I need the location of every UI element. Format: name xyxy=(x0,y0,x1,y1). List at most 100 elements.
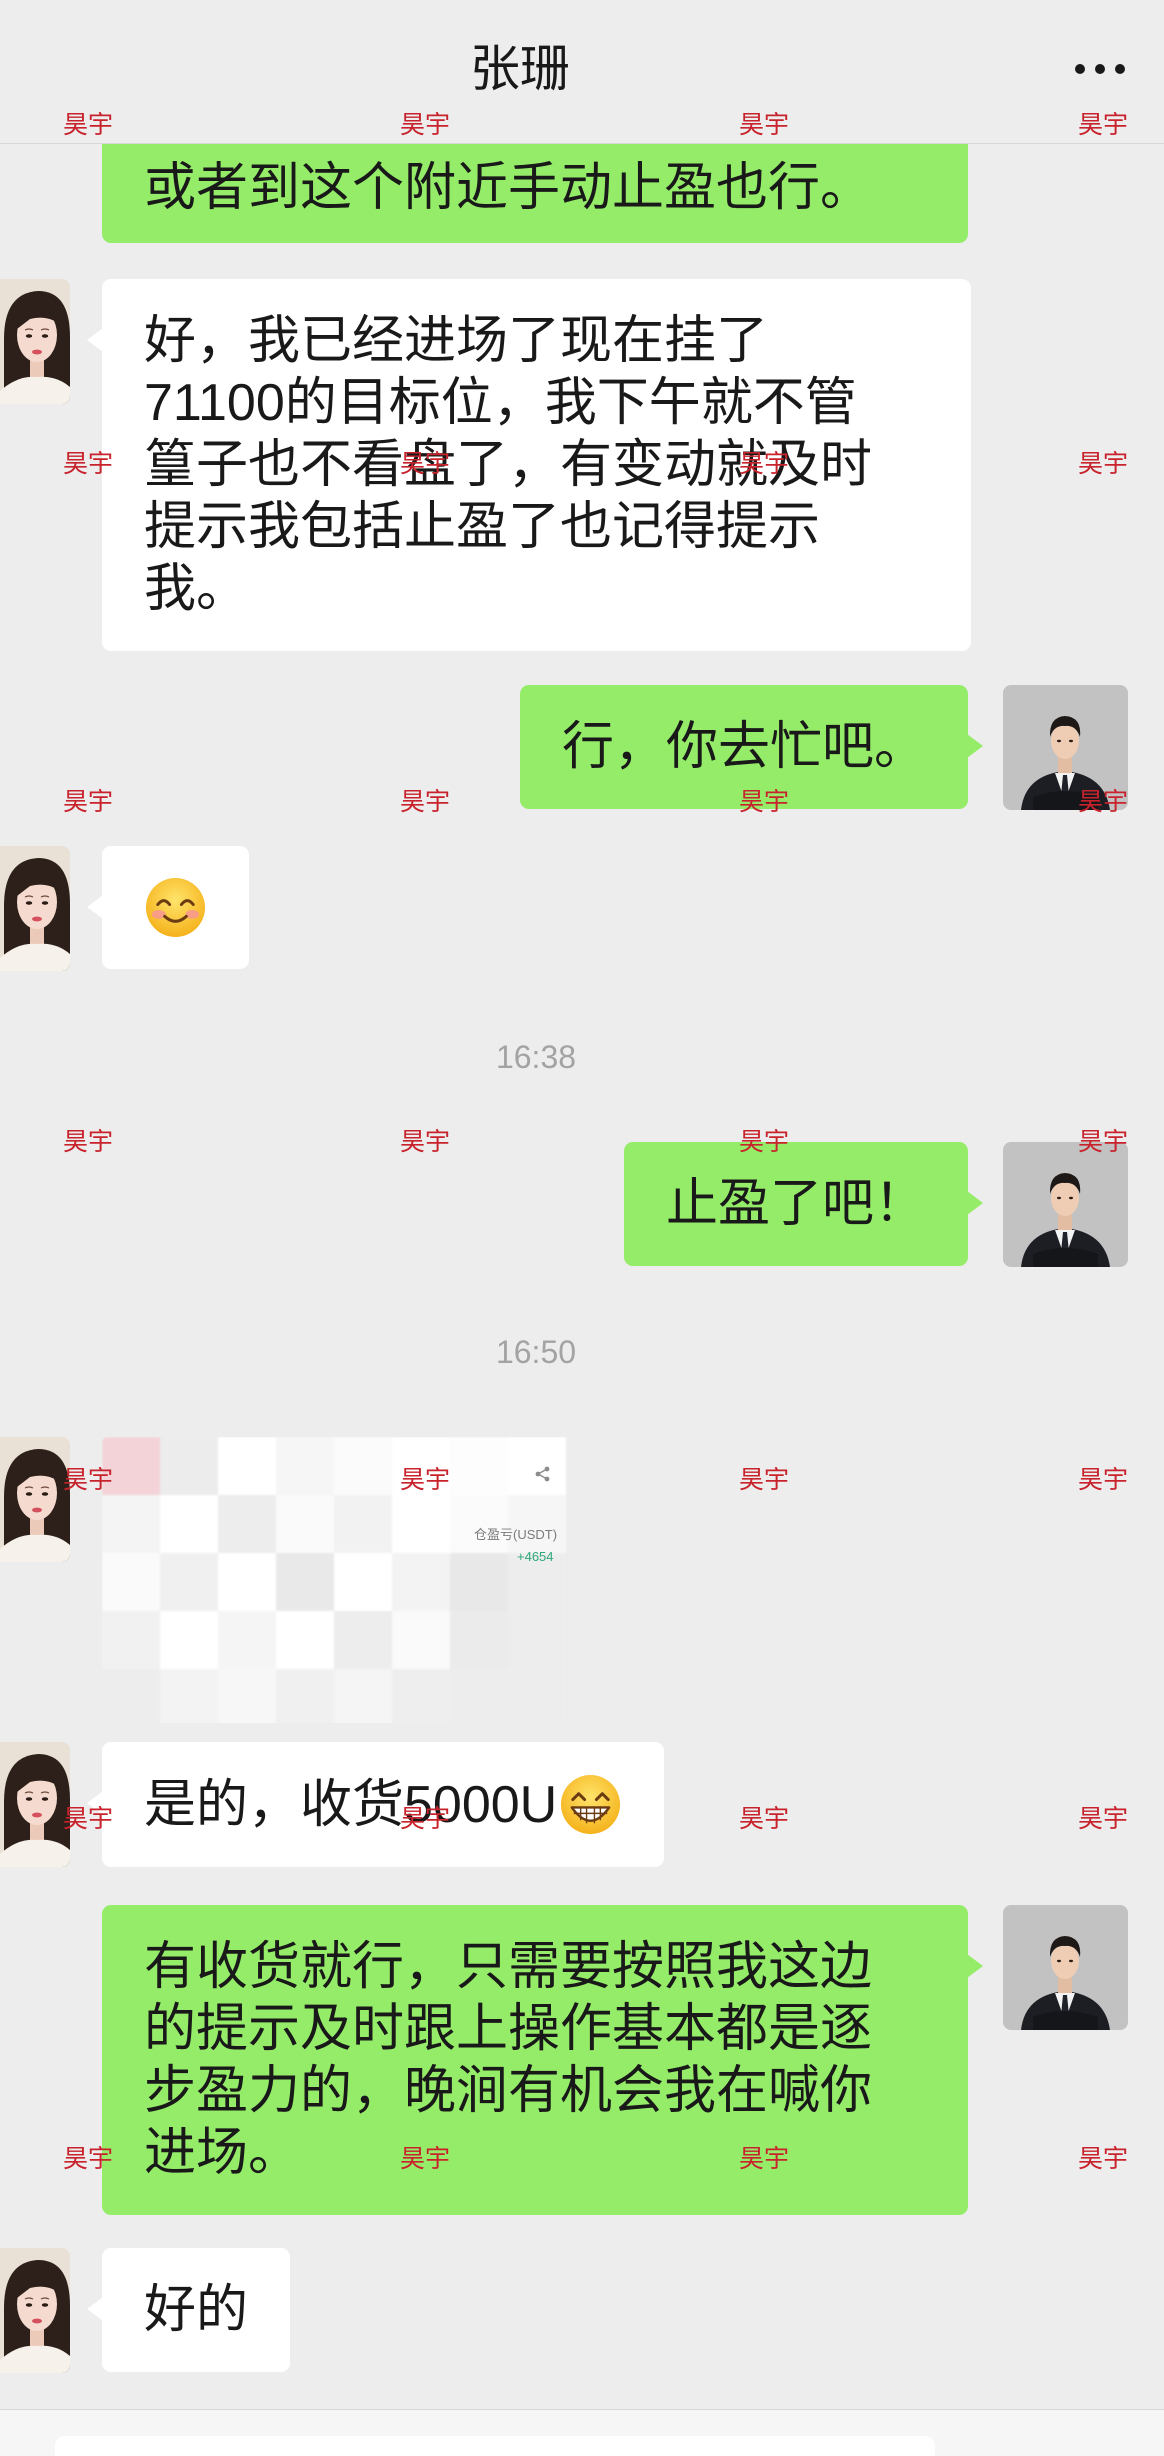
message-timestamp: 16:38 xyxy=(495,1039,577,1075)
watermark-label: 昊宇 xyxy=(1077,1805,1129,1833)
mosaic-cell xyxy=(508,1669,566,1723)
mosaic-cell xyxy=(160,1553,218,1611)
message-text-line: 步盈力的，晚涧有机会我在喊你 xyxy=(144,2062,873,2120)
watermark-label: 昊宇 xyxy=(399,1128,451,1156)
message-input[interactable] xyxy=(55,2436,935,2456)
mosaic-cell xyxy=(218,1495,276,1553)
mosaic-cell xyxy=(102,1495,160,1553)
woman-portrait-avatar xyxy=(0,846,70,971)
watermark-label: 昊宇 xyxy=(62,1466,114,1494)
chat-screen: 张珊 或者到这个附近手动止盈也行。 好，我已经进场了现在挂了 71100的目标位… xyxy=(0,0,1164,2456)
image-message[interactable]: 仓盈亏(USDT) +4654 xyxy=(102,1437,576,1723)
more-horizontal-icon xyxy=(1075,64,1125,74)
watermark-label: 昊宇 xyxy=(1077,788,1129,816)
watermark-label: 昊宇 xyxy=(399,111,451,139)
mosaic-cell xyxy=(218,1553,276,1611)
mosaic-cell xyxy=(334,1437,392,1495)
mosaic-cell xyxy=(276,1437,334,1495)
watermark-label: 昊宇 xyxy=(62,788,114,816)
mosaic-cell xyxy=(334,1553,392,1611)
watermark-label: 昊宇 xyxy=(738,111,790,139)
message-bubble-incoming[interactable]: 是的，收货5000U xyxy=(86,1742,665,1867)
mosaic-cell xyxy=(334,1669,392,1723)
mosaic-cell xyxy=(450,1495,508,1553)
mosaic-cell xyxy=(392,1611,450,1669)
watermark-label: 昊宇 xyxy=(738,1128,790,1156)
mosaic-cell xyxy=(102,1553,160,1611)
message-bubble-incoming[interactable]: 好的 xyxy=(86,2248,291,2372)
mosaic-cell xyxy=(508,1611,566,1669)
contact-avatar[interactable] xyxy=(0,846,70,971)
message-text-line: 篁子也不看盘了，有变动就及时 xyxy=(144,436,873,494)
contact-avatar[interactable] xyxy=(0,2248,70,2373)
mosaic-cell xyxy=(218,1437,276,1495)
mosaic-cell xyxy=(160,1495,218,1553)
mosaic-cell xyxy=(450,1669,508,1723)
contact-avatar[interactable] xyxy=(0,1437,70,1562)
message-text-line: 止盈了吧！ xyxy=(665,1175,926,1233)
contact-avatar[interactable] xyxy=(0,1742,70,1867)
message-bubble-incoming[interactable]: 好，我已经进场了现在挂了 71100的目标位，我下午就不管 篁子也不看盘了，有变… xyxy=(87,279,971,651)
watermark-label: 昊宇 xyxy=(399,450,451,478)
watermark-label: 昊宇 xyxy=(1077,111,1129,139)
mosaic-cell xyxy=(276,1495,334,1553)
watermark-label: 昊宇 xyxy=(738,1466,790,1494)
watermark-label: 昊宇 xyxy=(399,1466,451,1494)
message-bubble-outgoing[interactable]: 有收货就行，只需要按照我这边 的提示及时跟上操作基本都是逐 步盈力的，晚涧有机会… xyxy=(102,1905,983,2215)
mosaic-cell xyxy=(276,1669,334,1723)
mosaic-cell xyxy=(334,1611,392,1669)
mosaic-cell xyxy=(392,1669,450,1723)
mosaic-cell xyxy=(450,1553,508,1611)
message-text-line: 的提示及时跟上操作基本都是逐 xyxy=(144,2000,873,2058)
man-in-suit-avatar xyxy=(1003,1142,1128,1267)
woman-portrait-avatar xyxy=(0,2248,70,2373)
message-text-line: 好的 xyxy=(144,2281,249,2339)
mosaic-cell xyxy=(508,1495,566,1553)
mosaic-cell xyxy=(392,1553,450,1611)
message-bubble-incoming[interactable] xyxy=(87,846,249,969)
watermark-label: 昊宇 xyxy=(1077,1128,1129,1156)
watermark-label: 昊宇 xyxy=(62,1805,114,1833)
watermark-label: 昊宇 xyxy=(738,788,790,816)
woman-portrait-avatar xyxy=(0,279,70,404)
watermark-label: 昊宇 xyxy=(738,1805,790,1833)
message-text-line: 进场。 xyxy=(144,2124,301,2182)
watermark-label: 昊宇 xyxy=(399,788,451,816)
watermark-label: 昊宇 xyxy=(62,1128,114,1156)
woman-portrait-avatar xyxy=(0,1742,70,1867)
message-text-line: 或者到这个附近手动止盈也行。 xyxy=(144,159,873,217)
message-timestamp: 16:50 xyxy=(495,1334,577,1370)
mosaic-cell xyxy=(218,1611,276,1669)
my-avatar[interactable] xyxy=(1003,1905,1128,2030)
watermark-label: 昊宇 xyxy=(1077,450,1129,478)
image-pnl-label: 仓盈亏(USDT) xyxy=(474,1527,558,1542)
chat-header: 张珊 xyxy=(0,0,1164,144)
image-pnl-value: +4654 xyxy=(517,1549,554,1564)
watermark-label: 昊宇 xyxy=(62,2145,114,2173)
message-text-line: 是的，收货5000U xyxy=(144,1773,622,1836)
my-avatar[interactable] xyxy=(1003,1142,1128,1267)
beaming-face-emoji-icon xyxy=(561,1774,621,1835)
watermark-label: 昊宇 xyxy=(62,450,114,478)
mosaic-cell xyxy=(218,1669,276,1723)
message-text: 是的，收货5000U xyxy=(144,1775,558,1834)
mosaic-cell xyxy=(160,1611,218,1669)
mosaic-cell xyxy=(450,1611,508,1669)
mosaic-cell xyxy=(160,1669,218,1723)
message-bubble-outgoing[interactable]: 止盈了吧！ xyxy=(623,1142,984,1266)
watermark-label: 昊宇 xyxy=(738,2145,790,2173)
contact-avatar[interactable] xyxy=(0,279,70,404)
mosaic-cell xyxy=(102,1611,160,1669)
mosaic-cell xyxy=(392,1495,450,1553)
message-text-line: 我。 xyxy=(144,560,249,618)
mosaic-cell xyxy=(102,1669,160,1723)
watermark-label: 昊宇 xyxy=(738,450,790,478)
mosaic-cell xyxy=(450,1437,508,1495)
watermark-label: 昊宇 xyxy=(1077,1466,1129,1494)
watermark-label: 昊宇 xyxy=(62,111,114,139)
input-bar xyxy=(0,2409,1164,2456)
more-options-button[interactable] xyxy=(1072,55,1128,83)
message-text-line: 71100的目标位，我下午就不管 xyxy=(144,374,857,432)
message-text-line: 提示我包括止盈了也记得提示 xyxy=(144,498,821,556)
mosaic-cell xyxy=(276,1611,334,1669)
